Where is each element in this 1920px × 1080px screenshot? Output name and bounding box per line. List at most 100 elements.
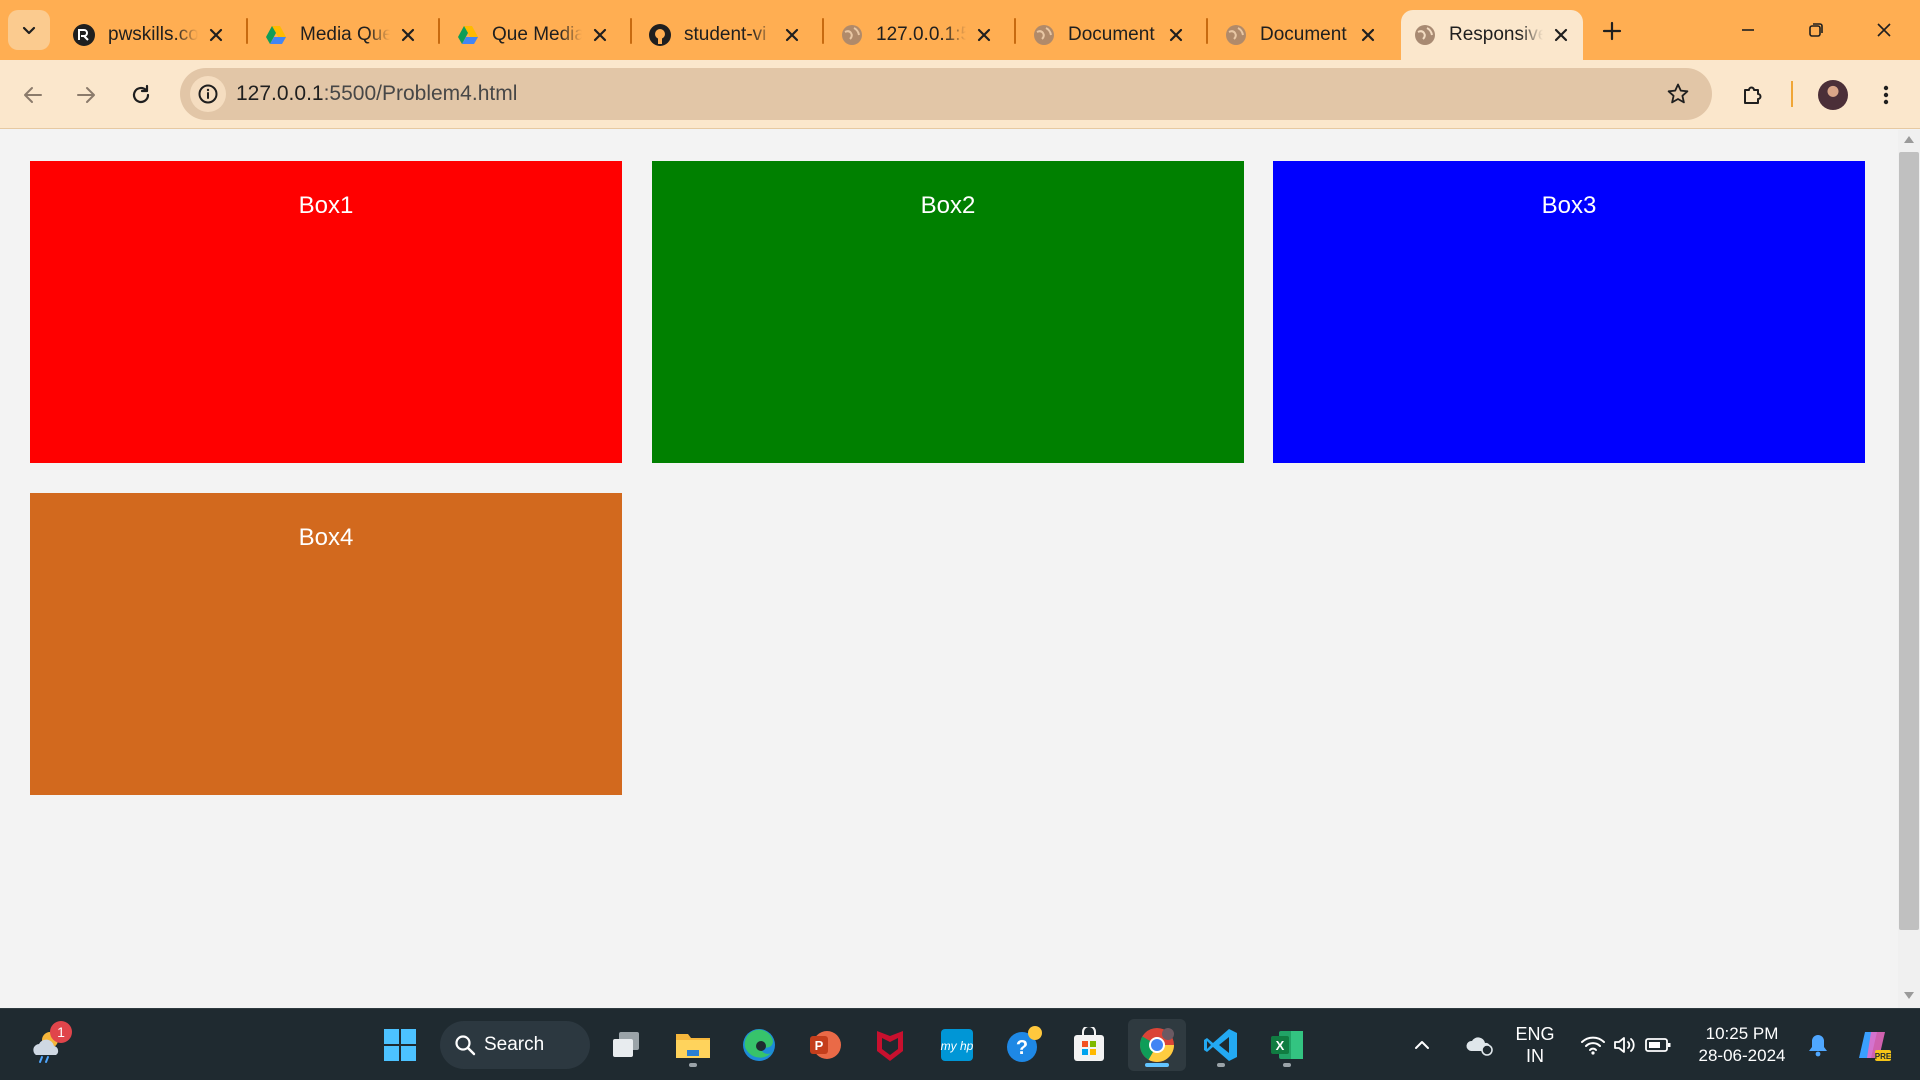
close-icon[interactable] [972, 23, 996, 47]
search-icon [455, 1035, 476, 1056]
back-button[interactable] [13, 75, 53, 115]
svg-text:P: P [815, 1038, 824, 1053]
vscode-button[interactable] [1195, 1019, 1247, 1071]
volume-icon [1614, 1037, 1635, 1053]
box-label: Box3 [1541, 192, 1597, 219]
tab-title: pwskills.co [108, 24, 198, 45]
myhp-icon: my hp [941, 1029, 974, 1061]
notification-badge: 1 [50, 1021, 72, 1043]
site-info-button[interactable] [190, 76, 226, 112]
close-icon[interactable] [588, 23, 612, 47]
url-text[interactable]: 127.0.0.1:5500/Problem4.html [236, 68, 517, 120]
wifi-icon [1581, 1036, 1605, 1055]
running-indicator [689, 1063, 697, 1067]
reload-icon [132, 84, 150, 104]
tab-localhost[interactable]: 127.0.0.1:5 [828, 10, 1006, 60]
tab-responsive[interactable]: Responsive [1401, 10, 1583, 60]
close-icon[interactable] [1164, 23, 1188, 47]
chrome-button[interactable] [1128, 1019, 1186, 1071]
tab-pwskills[interactable]: pwskills.co [60, 10, 238, 60]
new-tab-button[interactable] [1595, 14, 1629, 48]
menu-button[interactable] [1866, 75, 1906, 115]
tab-github[interactable]: student-vi [636, 10, 814, 60]
box-2: Box2 [652, 161, 1244, 463]
close-icon[interactable] [1356, 23, 1380, 47]
region-code: IN [1526, 1046, 1544, 1066]
box-4: Box4 [30, 493, 622, 795]
edge-button[interactable] [733, 1019, 785, 1071]
globe-icon [1032, 23, 1056, 47]
minimize-button[interactable] [1714, 0, 1782, 60]
language-indicator[interactable]: ENG IN [1505, 1023, 1565, 1067]
get-help-button[interactable]: ? [998, 1019, 1050, 1071]
scrollbar-thumb[interactable] [1899, 152, 1919, 930]
quick-settings-button[interactable] [1578, 1019, 1674, 1071]
file-explorer-button[interactable] [667, 1019, 719, 1071]
clock[interactable]: 10:25 PM 28-06-2024 [1692, 1023, 1792, 1067]
github-icon [648, 23, 672, 47]
weather-widget[interactable]: 1 [22, 1019, 74, 1071]
excel-button[interactable]: X [1261, 1019, 1313, 1071]
running-indicator [1217, 1063, 1225, 1067]
forward-button[interactable] [66, 75, 106, 115]
onedrive-button[interactable] [1460, 1019, 1500, 1071]
extensions-button[interactable] [1733, 75, 1773, 115]
tab-separator [1014, 18, 1016, 44]
tab-title: Media Que [300, 24, 390, 45]
microsoft-store-button[interactable] [1063, 1019, 1115, 1071]
close-window-button[interactable] [1850, 0, 1918, 60]
scroll-down-arrow-icon[interactable] [1904, 992, 1914, 999]
star-icon [1667, 83, 1689, 104]
notifications-button[interactable] [1798, 1019, 1838, 1071]
url-host: 127.0.0.1 [236, 82, 324, 105]
task-view-icon [613, 1032, 639, 1057]
battery-icon [1645, 1038, 1671, 1052]
task-view-button[interactable] [600, 1019, 652, 1071]
box-label: Box1 [298, 192, 354, 219]
address-bar[interactable]: 127.0.0.1:5500/Problem4.html [180, 68, 1712, 120]
box-3: Box3 [1273, 161, 1865, 463]
edge-icon [743, 1029, 775, 1061]
browser-toolbar: 127.0.0.1:5500/Problem4.html [0, 60, 1920, 129]
tab-que-media[interactable]: Que Media [444, 10, 622, 60]
tab-document[interactable]: Document [1212, 10, 1390, 60]
clock-date: 28-06-2024 [1698, 1046, 1786, 1065]
restore-button[interactable] [1782, 0, 1850, 60]
copilot-icon: PRE [1859, 1032, 1892, 1061]
profile-avatar[interactable] [1818, 80, 1848, 110]
reload-button[interactable] [121, 75, 161, 115]
taskbar-search[interactable]: Search [440, 1021, 590, 1069]
show-hidden-icons-button[interactable] [1404, 1019, 1440, 1071]
tab-document[interactable]: Document [1020, 10, 1198, 60]
active-indicator [1145, 1063, 1169, 1067]
restore-icon [1809, 23, 1823, 37]
powerpoint-button[interactable]: P [799, 1019, 851, 1071]
globe-icon [1413, 23, 1437, 47]
start-button[interactable] [374, 1019, 426, 1071]
close-icon[interactable] [396, 23, 420, 47]
copilot-button[interactable]: PRE [1846, 1019, 1902, 1071]
tab-media-queries[interactable]: Media Que [252, 10, 430, 60]
url-path: :5500/Problem4.html [323, 82, 518, 105]
myhp-button[interactable]: my hp [931, 1019, 983, 1071]
close-icon[interactable] [204, 23, 228, 47]
kebab-menu-icon [1883, 85, 1889, 105]
plus-icon [1602, 21, 1622, 41]
scroll-up-arrow-icon[interactable] [1904, 136, 1914, 143]
tab-title: Document [1068, 24, 1155, 45]
excel-icon: X [1271, 1031, 1303, 1059]
tab-separator [438, 18, 440, 44]
close-icon[interactable] [1549, 23, 1573, 47]
bookmark-star-button[interactable] [1664, 80, 1692, 108]
tab-separator [246, 18, 248, 44]
onedrive-sync-icon [1466, 1037, 1493, 1056]
tab-search-button[interactable] [8, 10, 50, 50]
svg-text:X: X [1276, 1038, 1285, 1053]
globe-icon [1224, 23, 1248, 47]
language-code: ENG [1515, 1024, 1555, 1044]
info-icon [198, 84, 218, 104]
close-icon[interactable] [780, 23, 804, 47]
microsoft-store-icon [1074, 1027, 1104, 1061]
tab-separator [630, 18, 632, 44]
mcafee-button[interactable] [864, 1019, 916, 1071]
